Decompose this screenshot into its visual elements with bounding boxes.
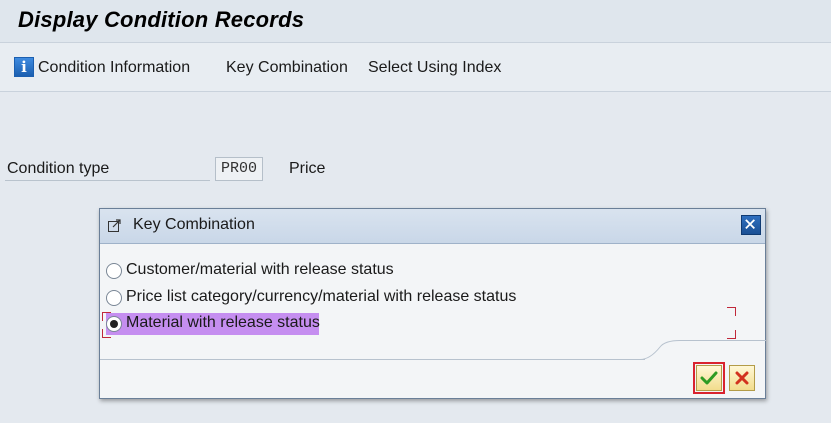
condition-type-field[interactable]: PR00 — [215, 157, 263, 181]
focus-bracket — [102, 329, 111, 338]
dialog-title: Key Combination — [133, 216, 255, 233]
radio-label: Customer/material with release status — [126, 261, 394, 278]
focus-bracket — [727, 330, 736, 339]
cancel-button[interactable] — [729, 365, 755, 391]
field-underline — [5, 180, 210, 181]
close-icon[interactable] — [741, 215, 761, 235]
radio-button[interactable] — [106, 290, 122, 306]
application-toolbar: i Condition Information Key Combination … — [0, 43, 831, 92]
title-bar: Display Condition Records — [0, 0, 831, 43]
ok-button[interactable] — [696, 365, 722, 391]
condition-information-button[interactable]: Condition Information — [38, 59, 190, 77]
focus-bracket — [727, 307, 736, 316]
dialog-divider-curve — [640, 340, 766, 360]
condition-type-description: Price — [289, 160, 326, 177]
dialog-divider — [100, 359, 645, 360]
page-title: Display Condition Records — [18, 7, 305, 32]
key-combination-button[interactable]: Key Combination — [226, 59, 348, 77]
condition-type-label: Condition type — [7, 160, 110, 177]
info-icon[interactable]: i — [14, 57, 34, 77]
radio-label: Material with release status — [126, 314, 320, 331]
dialog-window-icon — [108, 219, 121, 232]
key-combination-dialog: Key Combination Customer/material with r… — [99, 208, 766, 399]
dialog-header: Key Combination — [100, 209, 765, 244]
radio-label: Price list category/currency/material wi… — [126, 288, 517, 305]
radio-option-material[interactable]: Material with release status — [106, 313, 320, 335]
radio-button[interactable] — [106, 263, 122, 279]
focus-bracket — [102, 312, 111, 321]
red-x-icon — [735, 371, 749, 385]
green-check-icon — [700, 371, 718, 385]
select-using-index-button[interactable]: Select Using Index — [368, 59, 501, 77]
